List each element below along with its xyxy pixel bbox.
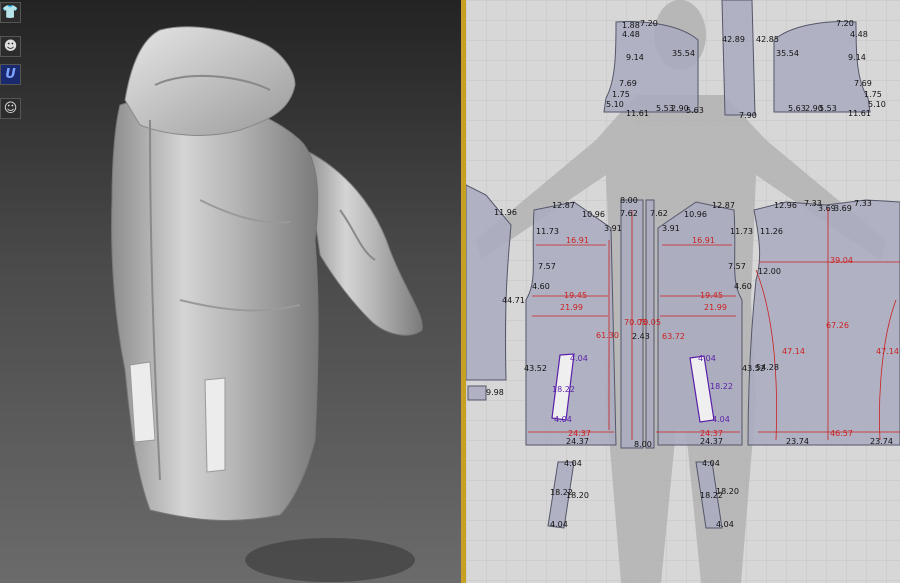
pattern-piece-back[interactable]: [747, 199, 900, 446]
measure-label: 4.04: [550, 520, 568, 529]
measure-label-red: 39.04: [830, 256, 853, 265]
measure-label: 7.20: [836, 19, 854, 28]
measure-label: 24.37: [566, 437, 589, 446]
measure-label: 11.73: [730, 227, 753, 236]
measure-label: 7.69: [619, 79, 637, 88]
measure-label: 1.75: [864, 90, 882, 99]
measure-label: 9.14: [848, 53, 866, 62]
2d-pattern-viewport[interactable]: 1.88 7.20 4.48 9.14 7.69 1.75 5.10 11.61…: [466, 0, 900, 583]
measure-label-red: 46.57: [830, 429, 853, 438]
measure-label: 35.54: [672, 49, 695, 58]
measure-label-purple: 4.04: [554, 415, 572, 424]
measure-label: 7.33: [854, 199, 872, 208]
measure-label: 9.98: [486, 388, 504, 397]
measure-label: 44.71: [502, 296, 525, 305]
measure-label: 4.04: [564, 459, 582, 468]
measure-label: 4.60: [734, 282, 752, 291]
measure-label: 7.57: [538, 262, 556, 271]
measure-label-red: 16.91: [566, 236, 589, 245]
measure-label: 11.73: [536, 227, 559, 236]
measure-label-purple: 18.22: [552, 385, 575, 394]
measure-label: 5.10: [868, 100, 886, 109]
measure-label: 11.26: [760, 227, 783, 236]
measure-label-red: 47.14: [876, 347, 899, 356]
measure-label: 35.54: [776, 49, 799, 58]
measure-label: 7.57: [728, 262, 746, 271]
measure-label-red: 19.45: [564, 291, 587, 300]
jacket-pocket-right: [204, 377, 226, 473]
pattern-piece-small-tab[interactable]: [467, 385, 487, 401]
measure-label: 42.89: [722, 35, 745, 44]
jacket-pocket-left: [129, 361, 156, 443]
measure-label-purple: 4.04: [570, 354, 588, 363]
jacket-3d-model[interactable]: [0, 0, 461, 583]
measure-label-purple: 18.22: [710, 382, 733, 391]
measure-label: 18.20: [566, 491, 589, 500]
measure-label-red: 61.30: [596, 331, 619, 340]
measure-label-red: 16.91: [692, 236, 715, 245]
measure-label: 4.60: [532, 282, 550, 291]
measure-label: 2.43: [632, 332, 650, 341]
floor-shadow: [245, 538, 415, 582]
3d-viewport[interactable]: 👕 ☻ U ☺: [0, 0, 461, 583]
measure-label-red: 63.72: [662, 332, 685, 341]
measure-label: 1.75: [612, 90, 630, 99]
measure-label: 4.48: [622, 30, 640, 39]
measure-label: 12.87: [712, 201, 735, 210]
jacket-sleeve: [304, 149, 423, 336]
measure-label: 12.87: [552, 201, 575, 210]
measure-label: 1.88: [622, 21, 640, 30]
measure-label: 54.28: [756, 363, 779, 372]
measure-label: 7.20: [640, 19, 658, 28]
measure-label: 12.00: [758, 267, 781, 276]
measure-label: 7.62: [650, 209, 668, 218]
measure-label: 42.85: [756, 35, 779, 44]
measure-label-red: 21.99: [560, 303, 583, 312]
measure-label: 43.52: [524, 364, 547, 373]
measure-label-red: 19.45: [700, 291, 723, 300]
measure-label: 4.04: [716, 520, 734, 529]
measure-label: 4.48: [850, 30, 868, 39]
measure-label-purple: 4.04: [698, 354, 716, 363]
measure-label-purple: 4.04: [712, 415, 730, 424]
measure-label: 8.00: [620, 196, 638, 205]
pattern-piece-sleeve-strip[interactable]: [721, 0, 756, 116]
measure-label: 3.69: [834, 204, 852, 213]
measure-label: 18.20: [716, 487, 739, 496]
measure-label: 7.62: [620, 209, 638, 218]
measure-label: 10.96: [684, 210, 707, 219]
measure-label: 12.96: [774, 201, 797, 210]
measure-label: 10.96: [582, 210, 605, 219]
measure-label: 7.69: [854, 79, 872, 88]
measure-label: 5.63: [788, 104, 806, 113]
measure-label: 23.74: [786, 437, 809, 446]
measure-label: 7.90: [739, 111, 757, 120]
measure-label: 4.04: [702, 459, 720, 468]
measure-label: 8.00: [634, 440, 652, 449]
measure-label-red: 47.14: [782, 347, 805, 356]
measure-label: 3.91: [604, 224, 622, 233]
measure-label-red: 24.37: [700, 429, 723, 438]
measure-label: 23.74: [870, 437, 893, 446]
measure-label: 11.96: [494, 208, 517, 217]
measure-label: 24.37: [700, 437, 723, 446]
measure-label-red: 24.37: [568, 429, 591, 438]
measure-label: 11.61: [626, 109, 649, 118]
measure-label: 3.91: [662, 224, 680, 233]
measure-label: 5.10: [606, 100, 624, 109]
measure-label-red: 67.26: [826, 321, 849, 330]
pattern-canvas[interactable]: 1.88 7.20 4.48 9.14 7.69 1.75 5.10 11.61…: [466, 0, 900, 583]
measure-label: 5.53: [819, 104, 837, 113]
measure-label: 11.61: [848, 109, 871, 118]
measure-label: 9.14: [626, 53, 644, 62]
measure-label: 5.63: [686, 106, 704, 115]
measure-label-red: 21.99: [704, 303, 727, 312]
measure-label-red: 70.05: [638, 318, 661, 327]
